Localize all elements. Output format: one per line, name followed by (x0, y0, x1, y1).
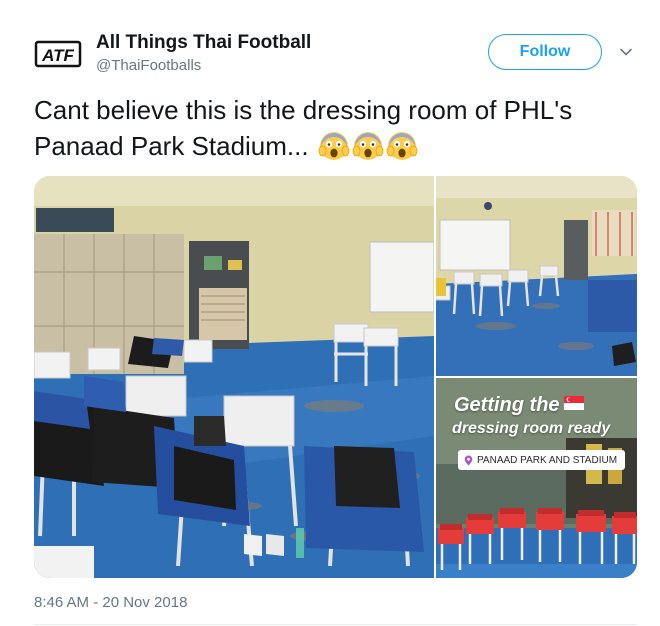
divider (34, 624, 637, 625)
story-caption-subtitle: dressing room ready (452, 420, 611, 437)
tweet-timestamp[interactable]: 8:46 AM - 20 Nov 2018 (34, 594, 187, 611)
chevron-down-icon[interactable] (618, 44, 634, 60)
location-tag-text: PANAAD PARK AND STADIUM (477, 454, 618, 466)
photo-dressing-room-main[interactable] (34, 176, 434, 578)
follow-button[interactable]: Follow (488, 34, 602, 70)
avatar-logo-text: ATF (41, 46, 74, 65)
singapore-flag-icon (563, 396, 584, 410)
media-grid: Getting the dressing room ready PANAAD P… (34, 176, 637, 578)
story-caption-title: Getting the (454, 394, 584, 417)
story-caption-title-text: Getting the (454, 394, 560, 416)
location-tag[interactable]: PANAAD PARK AND STADIUM (458, 450, 626, 470)
tweet-body: Cant believe this is the dressing room o… (34, 95, 573, 161)
user-info[interactable]: All Things Thai Football @ThaiFootballs (96, 32, 311, 77)
scream-emoji-icon (352, 129, 384, 161)
photo-story-red-chairs[interactable]: Getting the dressing room ready PANAAD P… (436, 378, 637, 578)
photo-dressing-room-whiteboard[interactable] (436, 176, 637, 376)
tweet-header: ATF All Things Thai Football @ThaiFootba… (34, 30, 644, 80)
avatar[interactable]: ATF (34, 34, 82, 74)
tweet-text: Cant believe this is the dressing room o… (34, 92, 624, 164)
scream-emoji-icon (386, 129, 418, 161)
user-handle[interactable]: @ThaiFootballs (96, 55, 311, 77)
tweet-card: ATF All Things Thai Football @ThaiFootba… (0, 0, 660, 626)
scream-emoji-icon (318, 129, 350, 161)
location-pin-icon (464, 455, 473, 465)
display-name[interactable]: All Things Thai Football (96, 32, 311, 54)
